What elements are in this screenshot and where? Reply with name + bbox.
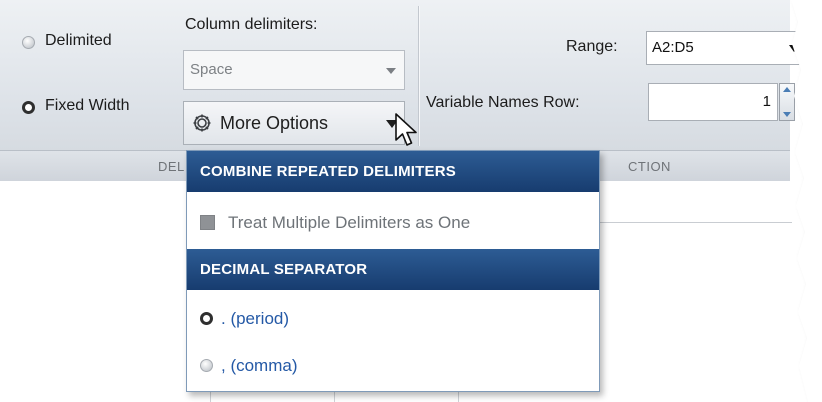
torn-page-edge [791, 0, 822, 402]
import-tool-view: Delimited Fixed Width Column delimiters:… [0, 0, 822, 402]
